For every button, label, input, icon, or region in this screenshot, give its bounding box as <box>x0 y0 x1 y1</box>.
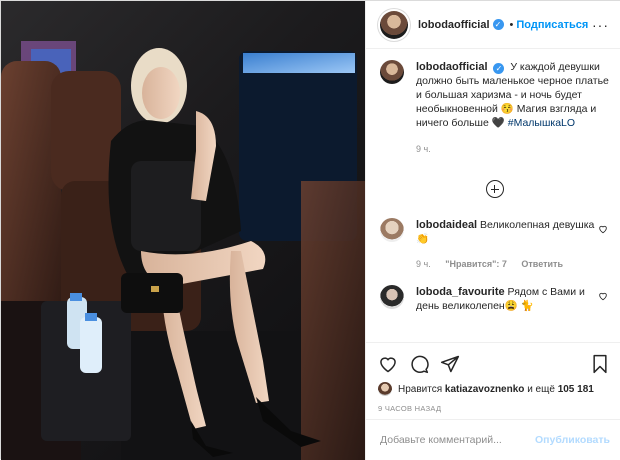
post-caption: lobodaofficial ✓ У каждой девушки должно… <box>380 60 610 156</box>
post-modal: lobodaofficial ✓ • Подписаться ··· lobod… <box>0 0 620 460</box>
separator-dot: • <box>509 18 514 31</box>
plus-circle-icon[interactable] <box>486 180 504 198</box>
action-icons <box>378 349 610 379</box>
comment-body: lobodaideal Великолепная девушка 👏 9 ч. … <box>416 218 596 271</box>
post-photo[interactable] <box>1 1 365 460</box>
author-info: lobodaofficial ✓ • Подписаться <box>418 19 588 31</box>
like-heart-icon[interactable] <box>378 354 398 374</box>
liker-avatar[interactable] <box>378 382 392 396</box>
bookmark-icon[interactable] <box>590 354 610 374</box>
post-header: lobodaofficial ✓ • Подписаться ··· <box>366 1 620 49</box>
likes-summary: Нравится katiazavoznenko и ещё 105 181 <box>378 382 610 396</box>
photo-illustration <box>1 41 365 460</box>
liker-username[interactable]: katiazavoznenko <box>445 384 524 395</box>
comment-avatar[interactable] <box>380 285 404 309</box>
share-send-icon[interactable] <box>440 354 460 374</box>
caption-avatar[interactable] <box>380 60 404 84</box>
publish-button[interactable]: Опубликовать <box>535 434 610 446</box>
caption-body: lobodaofficial ✓ У каждой девушки должно… <box>416 60 610 156</box>
comment-meta: 9 ч. "Нравится": 7 Ответить <box>416 257 596 271</box>
reply-button[interactable]: Ответить <box>521 259 563 269</box>
author-avatar[interactable] <box>380 10 408 39</box>
comment-item: loboda_favourite Рядом с Вами и день вел… <box>380 285 610 313</box>
verified-badge-icon: ✓ <box>492 19 504 30</box>
comment-username[interactable]: loboda_favourite <box>416 286 505 298</box>
comment-input[interactable] <box>380 434 536 446</box>
verified-badge-icon: ✓ <box>493 63 505 74</box>
comment-item: lobodaideal Великолепная девушка 👏 9 ч. … <box>380 218 610 271</box>
comment-bubble-icon[interactable] <box>409 354 429 374</box>
likes-count[interactable]: 105 181 <box>558 384 594 395</box>
post-timestamp[interactable]: 9 ЧАСОВ НАЗАД <box>378 404 610 413</box>
caption-username[interactable]: lobodaofficial <box>416 61 488 73</box>
comment-likes[interactable]: "Нравится": 7 <box>445 259 507 269</box>
likes-middle: и ещё <box>527 383 555 395</box>
heart-icon[interactable] <box>598 224 608 234</box>
comments-section[interactable]: lobodaofficial ✓ У каждой девушки должно… <box>366 50 620 342</box>
more-options-icon[interactable]: ··· <box>592 17 609 33</box>
likes-prefix: Нравится <box>398 383 443 395</box>
load-more-comments[interactable] <box>380 180 610 198</box>
comment-username[interactable]: lobodaideal <box>416 219 477 231</box>
comment-body: loboda_favourite Рядом с Вами и день вел… <box>416 285 596 313</box>
likes-text: Нравится katiazavoznenko и ещё 105 181 <box>398 384 594 395</box>
comment-time: 9 ч. <box>416 259 431 269</box>
add-comment-bar: Опубликовать <box>366 419 620 460</box>
post-side-panel: lobodaofficial ✓ • Подписаться ··· lobod… <box>365 1 620 460</box>
heart-icon[interactable] <box>598 291 608 301</box>
comment-avatar[interactable] <box>380 218 404 242</box>
post-actions: Нравится katiazavoznenko и ещё 105 181 9… <box>366 342 620 413</box>
caption-time: 9 ч. <box>416 144 431 154</box>
follow-button[interactable]: Подписаться <box>516 19 588 31</box>
caption-hashtag[interactable]: #МалышкаLO <box>508 117 575 129</box>
author-username[interactable]: lobodaofficial <box>418 19 490 31</box>
